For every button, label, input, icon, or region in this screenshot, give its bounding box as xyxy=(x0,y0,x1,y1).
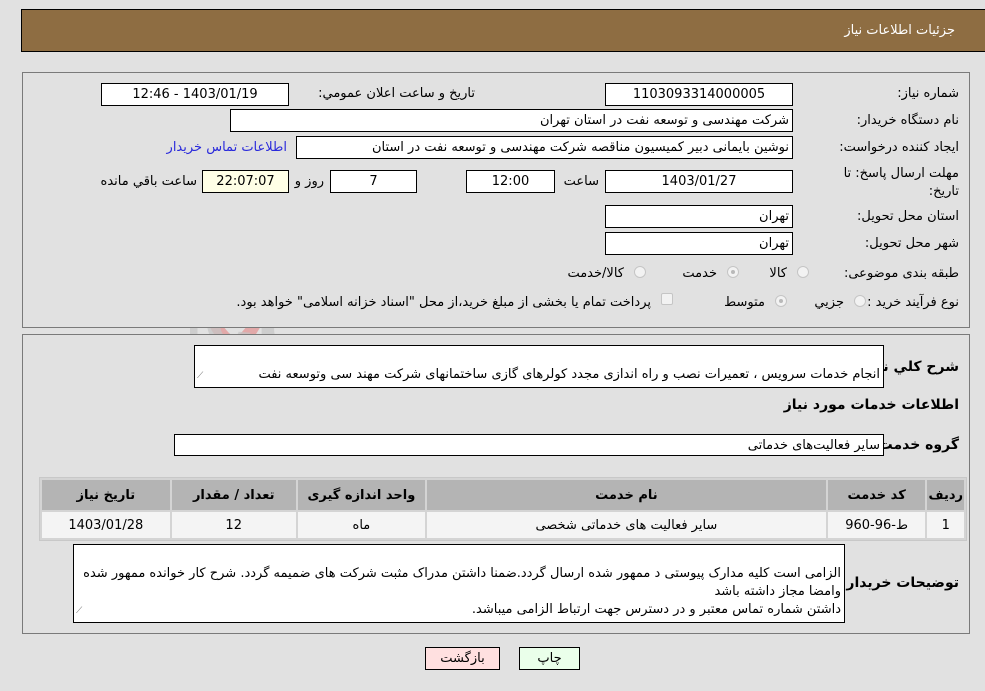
cell-row-number: 1 xyxy=(927,512,964,538)
buyer-notes-text: الزامی است کلیه مدارک پیوستی د ممهور شده… xyxy=(83,566,841,617)
city-field: تهران xyxy=(605,232,793,255)
treasury-note: پرداخت تمام یا بخشی از مبلغ خرید،از محل … xyxy=(236,295,651,310)
description-textarea[interactable]: انجام خدمات سرویس ، تعمیرات نصب و راه ان… xyxy=(194,345,884,388)
category-radio-goods-service[interactable] xyxy=(634,266,646,278)
deadline-label: مهلت ارسال پاسخ: تا تاریخ: xyxy=(843,166,959,199)
creator-label: ایجاد کننده درخواست: xyxy=(839,140,959,155)
column-header-unit: واحد اندازه گیری xyxy=(297,480,425,510)
deadline-time-label: ساعت xyxy=(563,174,599,189)
process-type-label: نوع فرآیند خرید : xyxy=(867,295,959,310)
column-header-need-date: تاریخ نیاز xyxy=(42,480,170,510)
province-field: تهران xyxy=(605,205,793,228)
announce-date-field: 1403/01/19 - 12:46 xyxy=(101,83,289,106)
table-row: 1 ط-96-960 سایر فعالیت های خدماتی شخصی م… xyxy=(42,512,964,538)
service-group-label: گروه خدمت: xyxy=(873,437,959,453)
process-option-minor: جزیي xyxy=(814,295,844,310)
services-panel: شرح کلي نیاز: انجام خدمات سرویس ، تعمیرا… xyxy=(22,334,970,634)
need-details-panel: شماره نیاز: 1103093314000005 تاریخ و ساع… xyxy=(22,72,970,328)
category-option-goods: کالا xyxy=(769,266,787,281)
category-option-service: خدمت xyxy=(682,266,717,281)
services-table: ردیف کد خدمت نام خدمت واحد اندازه گیری ت… xyxy=(39,477,967,541)
category-option-goods-service: کالا/خدمت xyxy=(567,266,624,281)
print-button[interactable]: چاپ xyxy=(519,647,580,670)
need-number-label: شماره نیاز: xyxy=(897,86,959,101)
column-header-service-name: نام خدمت xyxy=(427,480,826,510)
process-radio-medium[interactable] xyxy=(775,295,787,307)
buyer-org-field: شرکت مهندسی و توسعه نفت در استان تهران xyxy=(230,109,793,132)
treasury-checkbox[interactable] xyxy=(661,293,673,305)
buyer-contact-link[interactable]: اطلاعات تماس خریدار xyxy=(167,140,287,155)
province-label: استان محل تحویل: xyxy=(857,209,959,224)
deadline-date-field: 1403/01/27 xyxy=(605,170,793,193)
need-number-field: 1103093314000005 xyxy=(605,83,793,106)
process-radio-minor[interactable] xyxy=(854,295,866,307)
cell-service-code: ط-96-960 xyxy=(827,512,926,538)
page-header: جزئیات اطلاعات نیاز xyxy=(21,9,985,52)
cell-quantity: 12 xyxy=(171,512,296,538)
days-remaining-field: 7 xyxy=(330,170,417,193)
remaining-time-label: ساعت باقي مانده xyxy=(100,174,197,189)
back-button[interactable]: بازگشت xyxy=(425,647,500,670)
column-header-service-code: کد خدمت xyxy=(827,480,926,510)
remaining-time-field: 22:07:07 xyxy=(202,170,289,193)
category-label: طبقه بندی موضوعی: xyxy=(843,266,959,281)
table-header-row: ردیف کد خدمت نام خدمت واحد اندازه گیری ت… xyxy=(42,480,964,510)
cell-unit: ماه xyxy=(297,512,425,538)
cell-service-name: سایر فعالیت های خدماتی شخصی xyxy=(427,512,826,538)
resize-grip-icon[interactable]: ⟋ xyxy=(197,367,203,385)
services-section-title: اطلاعات خدمات مورد نیاز xyxy=(783,397,959,413)
announce-date-label: تاریخ و ساعت اعلان عمومي: xyxy=(318,86,475,101)
column-header-row-number: ردیف xyxy=(927,480,964,510)
deadline-time-field: 12:00 xyxy=(466,170,555,193)
days-label: روز و xyxy=(294,174,324,189)
process-option-medium: متوسط xyxy=(724,295,765,310)
category-radio-service[interactable] xyxy=(727,266,739,278)
page-title: جزئیات اطلاعات نیاز xyxy=(844,23,955,38)
buyer-notes-label: توضیحات خریدار: xyxy=(840,575,959,591)
buyer-org-label: نام دستگاه خریدار: xyxy=(856,113,959,128)
creator-field: نوشین بایمانی دبیر کمیسیون مناقصه شرکت م… xyxy=(296,136,793,159)
city-label: شهر محل تحویل: xyxy=(864,236,959,251)
resize-grip-icon[interactable]: ⟋ xyxy=(76,602,82,620)
cell-need-date: 1403/01/28 xyxy=(42,512,170,538)
description-text: انجام خدمات سرویس ، تعمیرات نصب و راه ان… xyxy=(258,367,880,382)
service-group-field: سایر فعالیت‌های خدماتی xyxy=(174,434,884,456)
column-header-quantity: تعداد / مقدار xyxy=(171,480,296,510)
category-radio-goods[interactable] xyxy=(797,266,809,278)
buyer-notes-textarea[interactable]: الزامی است کلیه مدارک پیوستی د ممهور شده… xyxy=(73,544,845,623)
